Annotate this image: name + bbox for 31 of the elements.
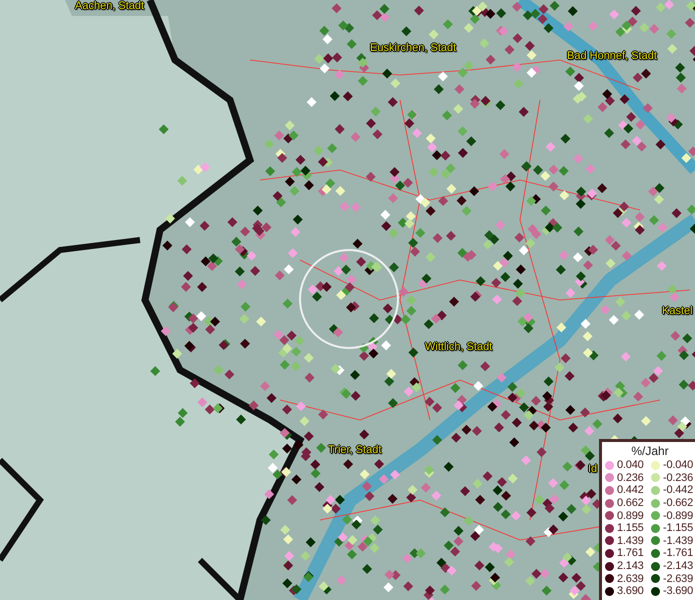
legend-value: -0.662	[663, 497, 693, 510]
legend-value: 1.439	[617, 534, 644, 547]
legend-value: -0.442	[663, 484, 693, 496]
legend-value: 1.155	[617, 522, 644, 534]
place-label: Wittlich, Stadt	[425, 341, 492, 353]
place-label: Euskirchen, Stadt	[370, 42, 456, 54]
legend-value: -0.236	[663, 472, 693, 484]
legend-title: %/Jahr	[630, 444, 670, 458]
legend-value: -3.690	[663, 585, 693, 598]
legend-value: 3.690	[617, 585, 644, 598]
legend-value: 0.899	[617, 510, 644, 522]
legend-value: 0.662	[617, 497, 644, 510]
place-label: Aachen, Stadt	[75, 0, 144, 12]
legend-value: -1.155	[663, 522, 693, 534]
place-label: Bad Honnef, Stadt	[567, 50, 657, 62]
legend-value: 2.143	[617, 560, 644, 572]
legend-value: 0.442	[617, 484, 644, 496]
selection-circle-icon	[297, 247, 401, 351]
legend-value: -1.761	[663, 547, 693, 560]
place-label: Id	[588, 463, 598, 475]
place-label: Trier, Stadt	[328, 444, 382, 456]
legend-value: -0.899	[663, 510, 693, 522]
legend-value: 0.236	[617, 472, 644, 484]
legend-value: -2.143	[663, 560, 693, 572]
legend-value: 2.639	[617, 572, 644, 585]
place-label: Kastel	[662, 305, 693, 317]
legend-value: 1.761	[617, 547, 644, 560]
legend-value: 0.040	[617, 459, 644, 472]
legend-value: -0.040	[663, 459, 693, 472]
legend-value: -2.639	[663, 572, 693, 585]
legend-value: -1.439	[663, 534, 693, 547]
